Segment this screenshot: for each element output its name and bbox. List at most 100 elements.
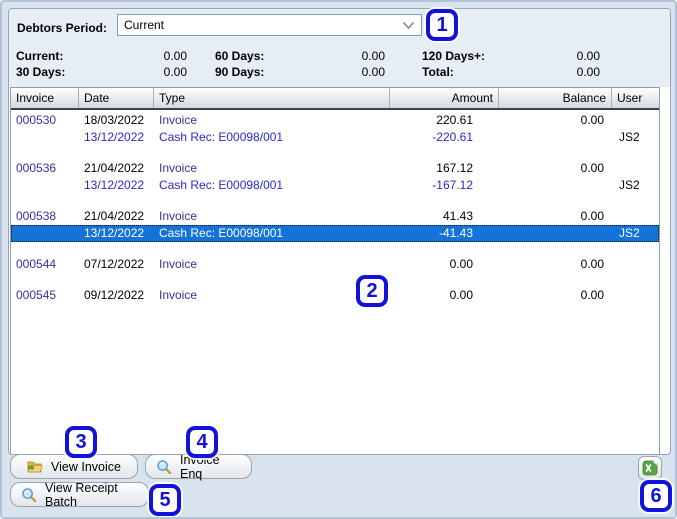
annotation-badge-5: 5 xyxy=(149,484,181,516)
transaction-group: 000544 07/12/2022 Invoice 0.00 0.00 xyxy=(11,256,659,273)
cell-balance: 0.00 xyxy=(580,209,604,223)
excel-export-icon xyxy=(642,460,658,476)
chevron-down-icon xyxy=(402,21,415,29)
cell-balance: 0.00 xyxy=(580,113,604,127)
top-band: Debtors Period: Current Current: 0.00 60… xyxy=(9,9,670,87)
cell-user: JS2 xyxy=(619,226,640,240)
cell-invoice: 000545 xyxy=(16,288,57,302)
cell-amount: -41.43 xyxy=(438,226,473,240)
view-receipt-batch-label: View Receipt Batch xyxy=(45,480,118,509)
summary-60days-value: 0.00 xyxy=(361,49,385,63)
transaction-group: 000536 21/04/2022 Invoice 167.12 0.00 13/12/2… xyxy=(11,160,659,194)
summary-30days-label: 30 Days: xyxy=(16,65,66,79)
summary-current-value: 0.00 xyxy=(163,49,187,63)
cell-type: Invoice xyxy=(159,288,198,302)
summary-current-label: Current: xyxy=(16,49,64,63)
cell-user: JS2 xyxy=(619,178,640,192)
cell-type: Cash Rec: E00098/001 xyxy=(159,226,284,240)
annotation-badge-3: 3 xyxy=(65,426,97,458)
cell-date: 21/04/2022 xyxy=(84,209,145,223)
table-row[interactable]: 13/12/2022 Cash Rec: E00098/001 -167.12 JS2 xyxy=(11,177,659,194)
debtors-panel: Debtors Period: Current Current: 0.00 60… xyxy=(8,8,671,455)
transaction-group: 000545 09/12/2022 Invoice 0.00 0.00 xyxy=(11,287,659,304)
cell-user xyxy=(612,208,659,225)
cell-balance xyxy=(499,177,612,194)
table-row[interactable]: 000545 09/12/2022 Invoice 0.00 0.00 xyxy=(11,287,659,304)
summary-90days-value: 0.00 xyxy=(361,65,385,79)
grid-header: Invoice Date Type Amount Balance User xyxy=(11,88,659,110)
cell-date: 18/03/2022 xyxy=(84,113,145,127)
summary-60days-label: 60 Days: xyxy=(215,49,265,63)
grid-body: 000530 18/03/2022 Invoice 220.61 0.00 13/12/2… xyxy=(11,110,659,304)
table-row[interactable]: 000544 07/12/2022 Invoice 0.00 0.00 xyxy=(11,256,659,273)
annotation-badge-6: 6 xyxy=(640,480,672,512)
cell-amount: 220.61 xyxy=(436,113,473,127)
magnifier-icon xyxy=(22,487,37,502)
table-row[interactable]: 13/12/2022 Cash Rec: E00098/001 -41.43 JS2 xyxy=(11,225,659,242)
cell-balance: 0.00 xyxy=(580,288,604,302)
cell-amount: 41.43 xyxy=(442,209,473,223)
column-header-invoice[interactable]: Invoice xyxy=(11,88,79,108)
cell-invoice: 000530 xyxy=(16,113,57,127)
cell-type: Cash Rec: E00098/001 xyxy=(159,178,284,192)
debtors-period-value: Current xyxy=(124,18,165,32)
cell-date: 21/04/2022 xyxy=(84,161,145,175)
table-row[interactable]: 13/12/2022 Cash Rec: E00098/001 -220.61 JS2 xyxy=(11,129,659,146)
export-excel-button[interactable] xyxy=(638,456,662,480)
cell-type: Invoice xyxy=(159,113,198,127)
debtors-window: Debtors Period: Current Current: 0.00 60… xyxy=(0,0,677,519)
cell-balance: 0.00 xyxy=(580,257,604,271)
table-row[interactable]: 000536 21/04/2022 Invoice 167.12 0.00 xyxy=(11,160,659,177)
transaction-group: 000530 18/03/2022 Invoice 220.61 0.00 13/12/2… xyxy=(11,112,659,146)
cell-balance xyxy=(499,225,612,242)
debtors-period-label: Debtors Period: xyxy=(17,21,108,35)
cell-invoice xyxy=(11,225,79,242)
cell-user xyxy=(612,112,659,129)
table-row[interactable]: 000530 18/03/2022 Invoice 220.61 0.00 xyxy=(11,112,659,129)
view-receipt-batch-button[interactable]: View Receipt Batch xyxy=(10,480,149,509)
summary-120days-value: 0.00 xyxy=(576,49,600,63)
summary-total-label: Total: xyxy=(422,65,454,79)
cell-amount: 0.00 xyxy=(449,257,473,271)
column-header-user[interactable]: User xyxy=(612,88,659,108)
cell-amount: -167.12 xyxy=(432,178,473,192)
cell-invoice: 000536 xyxy=(16,161,57,175)
cell-type: Invoice xyxy=(159,161,198,175)
cell-user xyxy=(612,287,659,304)
cell-user: JS2 xyxy=(619,130,640,144)
cell-invoice: 000538 xyxy=(16,209,57,223)
cell-amount: 0.00 xyxy=(449,288,473,302)
summary-90days-label: 90 Days: xyxy=(215,65,265,79)
cell-balance xyxy=(499,129,612,146)
cell-amount: -220.61 xyxy=(432,130,473,144)
cell-user xyxy=(612,256,659,273)
cell-invoice: 000544 xyxy=(16,257,57,271)
cell-date: 07/12/2022 xyxy=(84,257,145,271)
annotation-badge-2: 2 xyxy=(356,275,388,307)
cell-type: Invoice xyxy=(159,257,198,271)
transaction-group: 000538 21/04/2022 Invoice 41.43 0.00 13/12/20… xyxy=(11,208,659,242)
annotation-badge-1: 1 xyxy=(426,9,458,41)
column-header-amount[interactable]: Amount xyxy=(390,88,499,108)
column-header-type[interactable]: Type xyxy=(154,88,390,108)
cell-date: 13/12/2022 xyxy=(84,178,145,192)
column-header-date[interactable]: Date xyxy=(79,88,154,108)
debtors-period-select[interactable]: Current xyxy=(117,14,422,36)
summary-120days-label: 120 Days+: xyxy=(422,49,486,63)
cell-type: Invoice xyxy=(159,209,198,223)
annotation-badge-4: 4 xyxy=(186,426,218,458)
open-folder-icon xyxy=(27,461,43,472)
cell-date: 09/12/2022 xyxy=(84,288,145,302)
column-header-balance[interactable]: Balance xyxy=(499,88,612,108)
view-invoice-label: View Invoice xyxy=(51,459,121,474)
summary-30days-value: 0.00 xyxy=(163,65,187,79)
cell-type: Cash Rec: E00098/001 xyxy=(159,130,284,144)
cell-date: 13/12/2022 xyxy=(84,226,145,240)
cell-date: 13/12/2022 xyxy=(84,130,145,144)
cell-user xyxy=(612,160,659,177)
cell-invoice xyxy=(11,177,79,194)
summary-total-value: 0.00 xyxy=(576,65,600,79)
magnifier-icon xyxy=(157,459,172,474)
table-row[interactable]: 000538 21/04/2022 Invoice 41.43 0.00 xyxy=(11,208,659,225)
transactions-grid: Invoice Date Type Amount Balance User 00… xyxy=(10,87,660,454)
